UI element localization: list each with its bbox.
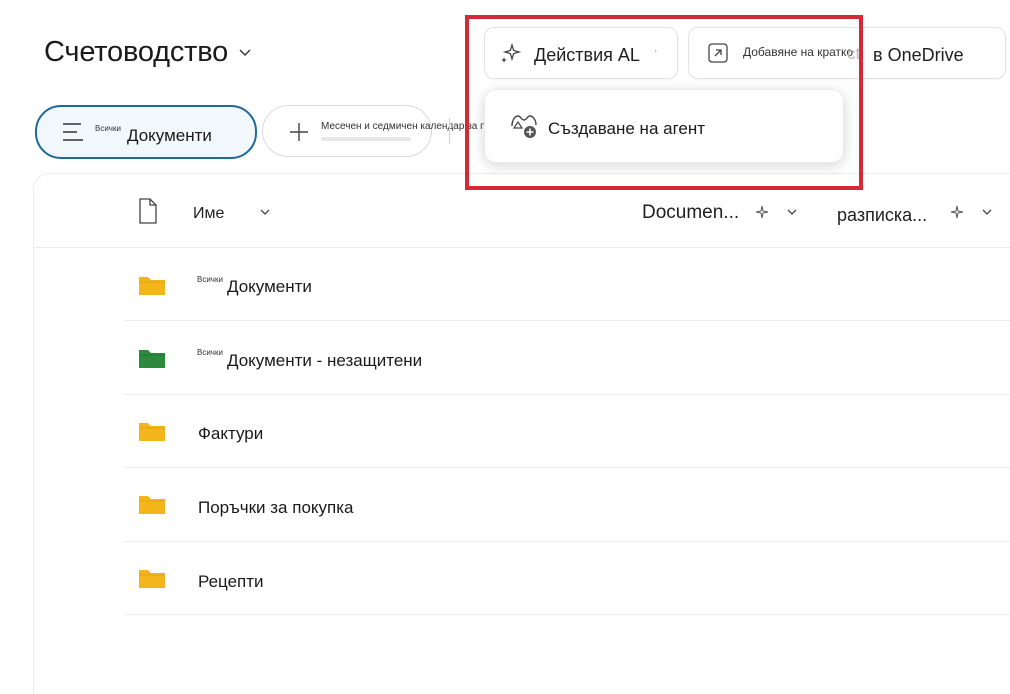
page-title: Счетоводство [44,36,229,68]
chevron-down-icon[interactable] [786,205,798,223]
list-item[interactable]: Фактури [124,396,1010,468]
view-label: Документи [127,126,212,145]
view-all-documents-pill[interactable]: Всички Документи [35,105,257,159]
list-item[interactable]: Поръчки за покупка [124,469,1010,541]
row-divider [124,541,1010,542]
shortcut-label: в OneDrive [873,45,964,65]
row-prefix: Всички [197,275,223,284]
row-name: Фактури [198,424,264,443]
list-item[interactable]: Всички Документи - незащитени [124,323,1010,395]
row-divider [124,614,1010,615]
folder-icon [138,347,166,374]
add-view-placeholder-line [321,137,411,141]
row-name: Рецепти [198,572,264,591]
list-item[interactable]: Всички Документи [124,250,1010,322]
column-header-name[interactable]: Име [193,205,224,223]
column-header-receipt[interactable]: разписка... [837,205,927,226]
highlight-box [465,15,863,190]
folder-icon [138,420,166,447]
row-name: Документи [227,277,312,296]
plus-icon [288,121,310,148]
row-divider [124,320,1010,321]
chevron-down-icon[interactable] [259,205,271,223]
folder-icon [138,567,166,594]
add-view-pill[interactable]: Месечен и седмичен календар за планиране… [262,105,555,157]
divider [449,118,450,144]
view-prefix: Всички [95,124,121,133]
folder-icon [138,274,166,301]
header-divider [34,247,1010,248]
sparkle-icon [950,205,964,224]
row-prefix: Всички [197,348,223,357]
folder-icon [138,493,166,520]
row-divider [124,467,1010,468]
chevron-down-icon[interactable] [238,46,252,65]
list-item[interactable]: Рецепти [124,543,1010,615]
sparkle-icon [755,205,769,224]
menu-lines-icon [61,121,87,148]
row-name: Поръчки за покупка [198,498,354,517]
row-name: Документи - незащитени [227,351,423,370]
column-header-document[interactable]: Documen... [642,202,739,224]
chevron-down-icon[interactable] [981,205,993,223]
row-divider [124,394,1010,395]
file-type-icon[interactable] [138,198,158,229]
